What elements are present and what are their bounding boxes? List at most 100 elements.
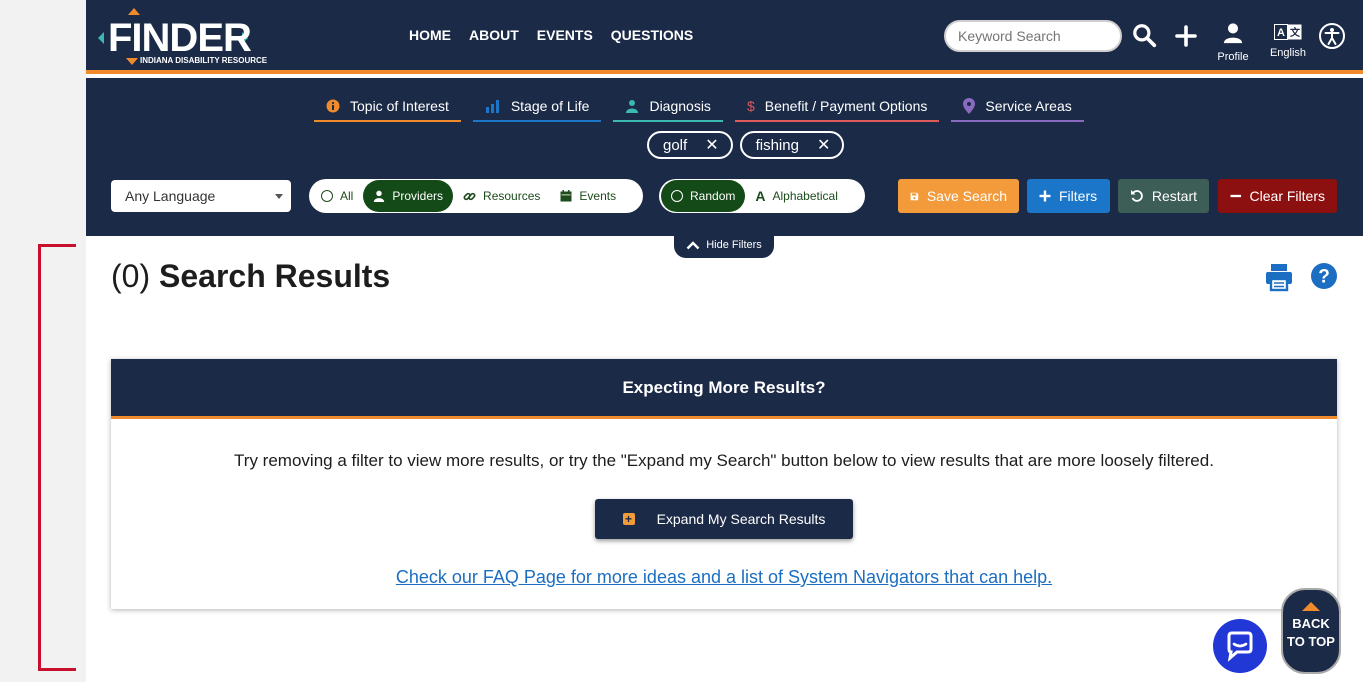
save-icon bbox=[910, 192, 919, 200]
logo-triangle-icon bbox=[128, 8, 140, 15]
clear-filters-button[interactable]: Clear Filters bbox=[1218, 179, 1337, 213]
filter-chip-golf[interactable]: golf ✕ bbox=[647, 131, 733, 159]
hide-filters-label: Hide Filters bbox=[706, 239, 762, 251]
button-label: Clear Filters bbox=[1249, 188, 1325, 204]
restart-button[interactable]: Restart bbox=[1118, 179, 1209, 213]
tab-diagnosis[interactable]: Diagnosis bbox=[613, 92, 723, 122]
logo-tagline: INDIANA DISABILITY RESOURCE bbox=[140, 56, 268, 65]
button-label: Expand My Search Results bbox=[656, 511, 826, 527]
translate-icon: A 文 bbox=[1274, 24, 1302, 40]
language-button[interactable]: A 文 English bbox=[1266, 24, 1310, 68]
tab-topic-of-interest[interactable]: Topic of Interest bbox=[314, 92, 461, 122]
tab-label: Diagnosis bbox=[649, 98, 711, 114]
svg-text:?: ? bbox=[1318, 267, 1330, 288]
radio-icon bbox=[671, 190, 683, 202]
option-label: Resources bbox=[483, 189, 541, 203]
button-label: Restart bbox=[1151, 188, 1197, 204]
plus-square-icon: + bbox=[622, 513, 635, 525]
filters-button[interactable]: Filters bbox=[1027, 179, 1110, 213]
link-icon bbox=[463, 192, 476, 200]
tab-benefit-payment[interactable]: $ Benefit / Payment Options bbox=[734, 92, 940, 122]
card-body: Try removing a filter to view more resul… bbox=[234, 451, 1214, 470]
option-label: Alphabetical bbox=[772, 189, 838, 203]
accessibility-icon[interactable] bbox=[1318, 22, 1346, 50]
filter-chip-fishing[interactable]: fishing ✕ bbox=[739, 131, 845, 159]
page-title: (0) Search Results bbox=[111, 258, 390, 295]
back-to-top-line1: BACK bbox=[1292, 616, 1330, 631]
plus-icon[interactable] bbox=[1174, 24, 1198, 48]
button-label: Filters bbox=[1059, 188, 1098, 204]
hide-filters-button[interactable]: Hide Filters bbox=[674, 232, 774, 258]
radio-icon bbox=[321, 190, 333, 202]
tab-label: Service Areas bbox=[985, 98, 1072, 114]
nav-events[interactable]: EVENTS bbox=[537, 27, 593, 43]
type-option-events[interactable]: Events bbox=[550, 180, 626, 212]
arrow-up-icon bbox=[1302, 602, 1320, 611]
no-results-card: Expecting More Results? Try removing a f… bbox=[111, 359, 1337, 609]
user-icon bbox=[374, 190, 385, 202]
logo-wordmark: FINDER bbox=[108, 16, 252, 60]
calendar-icon bbox=[560, 190, 572, 202]
tab-service-areas[interactable]: Service Areas bbox=[951, 92, 1084, 122]
chat-icon bbox=[1227, 631, 1253, 662]
result-type-toggle: All Providers Resources Events bbox=[309, 179, 643, 213]
map-pin-icon bbox=[963, 98, 976, 114]
info-icon bbox=[326, 99, 340, 113]
chat-button[interactable] bbox=[1213, 619, 1267, 673]
sort-order-toggle: Random A Alphabetical bbox=[659, 179, 865, 213]
top-navbar: FINDER INDIANA DISABILITY RESOURCE HOME … bbox=[86, 0, 1363, 74]
nav-questions[interactable]: QUESTIONS bbox=[611, 27, 693, 43]
svg-text:文: 文 bbox=[1290, 26, 1301, 39]
nav-home[interactable]: HOME bbox=[409, 27, 451, 43]
undo-icon bbox=[1130, 190, 1143, 202]
dollar-icon: $ bbox=[746, 98, 755, 114]
option-label: Providers bbox=[392, 189, 444, 203]
language-label: English bbox=[1269, 47, 1307, 59]
nav-about[interactable]: ABOUT bbox=[469, 27, 519, 43]
card-title: Expecting More Results? bbox=[111, 359, 1337, 419]
doctor-icon bbox=[626, 100, 639, 113]
logo-triangle-icon bbox=[98, 32, 104, 44]
alphabet-icon: A bbox=[755, 188, 766, 204]
type-option-providers[interactable]: Providers bbox=[363, 180, 454, 212]
annotation-bracket bbox=[38, 244, 76, 671]
main-nav: HOME ABOUT EVENTS QUESTIONS bbox=[409, 27, 693, 43]
filter-panel: Topic of Interest Stage of Life Diagnosi… bbox=[86, 78, 1363, 236]
type-option-resources[interactable]: Resources bbox=[453, 180, 550, 212]
svg-text:A: A bbox=[1277, 27, 1285, 39]
bar-chart-icon bbox=[485, 100, 499, 113]
option-label: Random bbox=[690, 189, 736, 203]
option-label: Events bbox=[579, 189, 617, 203]
sort-option-alphabetical[interactable]: A Alphabetical bbox=[745, 180, 848, 212]
tab-label: Topic of Interest bbox=[350, 98, 449, 114]
finder-logo[interactable]: FINDER INDIANA DISABILITY RESOURCE bbox=[98, 8, 273, 66]
active-filter-chips: golf ✕ fishing ✕ bbox=[647, 131, 845, 159]
close-icon[interactable]: ✕ bbox=[817, 135, 830, 155]
user-icon bbox=[1223, 23, 1243, 44]
button-label: Save Search bbox=[926, 188, 1007, 204]
save-search-button[interactable]: Save Search bbox=[898, 179, 1019, 213]
expand-search-button[interactable]: + Expand My Search Results bbox=[595, 499, 853, 539]
minus-icon bbox=[1230, 194, 1242, 198]
back-to-top-line2: TO TOP bbox=[1287, 634, 1335, 649]
tab-stage-of-life[interactable]: Stage of Life bbox=[472, 92, 602, 122]
search-icon[interactable] bbox=[1131, 22, 1157, 48]
help-icon[interactable]: ? bbox=[1310, 262, 1338, 290]
print-icon[interactable] bbox=[1264, 262, 1294, 292]
profile-label: Profile bbox=[1217, 51, 1249, 63]
chip-label: golf bbox=[663, 136, 688, 154]
chevron-down-icon bbox=[275, 194, 283, 199]
close-icon[interactable]: ✕ bbox=[705, 135, 718, 155]
back-to-top-button[interactable]: BACK TO TOP bbox=[1281, 588, 1341, 674]
language-select-value: Any Language bbox=[125, 188, 216, 204]
option-label: All bbox=[340, 189, 354, 203]
keyword-search-input[interactable] bbox=[944, 20, 1122, 52]
faq-link[interactable]: Check our FAQ Page for more ideas and a … bbox=[111, 567, 1337, 588]
type-option-all[interactable]: All bbox=[311, 180, 363, 212]
tab-label: Benefit / Payment Options bbox=[764, 98, 928, 114]
chevron-up-icon bbox=[686, 240, 700, 249]
profile-button[interactable]: Profile bbox=[1213, 22, 1253, 66]
category-tabs: Topic of Interest Stage of Life Diagnosi… bbox=[314, 92, 1084, 122]
sort-option-random[interactable]: Random bbox=[661, 180, 746, 212]
language-select[interactable]: Any Language bbox=[111, 180, 291, 212]
